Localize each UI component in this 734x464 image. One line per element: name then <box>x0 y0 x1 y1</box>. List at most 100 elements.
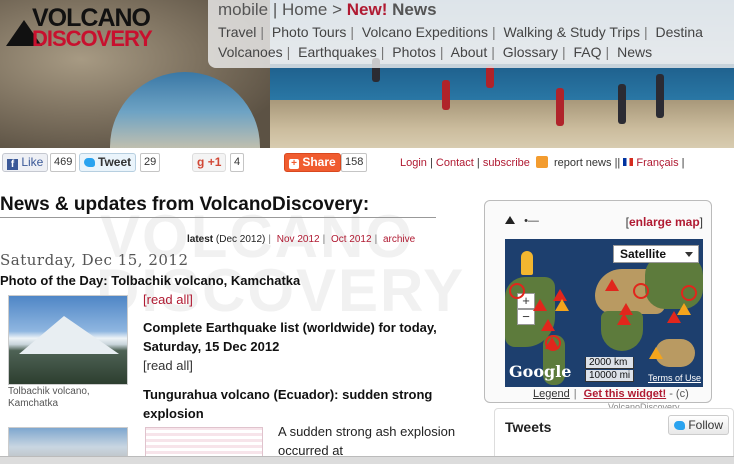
tungurahua-excerpt: A sudden strong ash explosion occurred a… <box>278 424 456 458</box>
map-tool-icons[interactable]: •— <box>505 215 539 227</box>
earthquake-list-headline[interactable]: Complete Earthquake list (worldwide) for… <box>143 318 463 356</box>
archive-nav: latest (Dec 2012) | Nov 2012 | Oct 2012 | a… <box>187 234 416 245</box>
new-badge: New! <box>346 0 388 19</box>
terms-of-use-link[interactable]: Terms of Use <box>648 373 701 383</box>
volcano-marker[interactable] <box>677 303 691 315</box>
language-french-link[interactable]: Français <box>636 157 678 169</box>
tolbachik-thumbnail[interactable] <box>8 295 128 385</box>
browser-status-bar <box>0 456 734 464</box>
volcano-marker[interactable] <box>649 347 663 359</box>
gplus-label: +1 <box>207 155 222 169</box>
twitter-icon <box>84 158 95 167</box>
nav-walking-study-trips[interactable]: Walking & Study Trips <box>504 24 640 40</box>
hiker-figure <box>486 66 494 88</box>
read-all-earthquakes[interactable]: [read all] <box>143 358 193 373</box>
measure-icon[interactable]: •— <box>524 215 539 227</box>
earthquake-marker[interactable] <box>545 335 561 351</box>
hiker-figure <box>618 84 626 124</box>
login-link[interactable]: Login <box>400 157 427 169</box>
link-separator: || <box>614 157 621 169</box>
gplus-button[interactable]: g +1 <box>192 153 227 172</box>
chevron-down-icon <box>685 252 693 257</box>
archive-nov-2012[interactable]: Nov 2012 <box>277 234 320 245</box>
earthquake-marker[interactable] <box>509 283 525 299</box>
page-title: News & updates from VolcanoDiscovery: <box>0 194 370 215</box>
archive-link[interactable]: archive <box>383 234 415 245</box>
facebook-like-label: Like <box>21 155 44 169</box>
follow-button[interactable]: Follow <box>668 415 729 435</box>
report-news-link[interactable]: report news <box>554 157 611 169</box>
thumbnail-caption: Tolbachik volcano, Kamchatka <box>8 386 90 409</box>
link-separator: | <box>681 157 685 169</box>
nav-photo-tours[interactable]: Photo Tours <box>272 24 346 40</box>
nav-destinations[interactable]: Destina <box>656 24 703 40</box>
volcano-marker[interactable] <box>533 299 547 311</box>
tweet-button[interactable]: Tweet <box>79 153 137 172</box>
nav-glossary[interactable]: Glossary <box>503 44 558 60</box>
volcano-filter-icon[interactable] <box>505 216 515 224</box>
hiker-figure <box>556 88 564 126</box>
nav-news[interactable]: News <box>617 44 652 60</box>
map-type-select[interactable]: Satellite <box>613 245 699 263</box>
get-widget-link[interactable]: Get this widget! <box>584 388 667 400</box>
share-count: 158 <box>341 153 368 172</box>
world-map[interactable]: + − Satellite Google 2000 km 10000 mi Te… <box>505 239 703 387</box>
news-date: Saturday, Dec 15, 2012 <box>0 251 189 269</box>
enlarge-map-link[interactable]: [enlarge map] <box>626 215 703 229</box>
facebook-like-count: 469 <box>50 153 77 172</box>
subscribe-link[interactable]: subscribe <box>483 157 530 169</box>
breadcrumb-arrow: > <box>332 0 343 19</box>
header-banner: VOLCANO DISCOVERY mobile | Home > New! N… <box>0 0 734 148</box>
site-logo[interactable]: VOLCANO DISCOVERY <box>6 4 196 51</box>
share-button[interactable]: + Share <box>284 153 341 172</box>
tweet-count: 29 <box>140 153 161 172</box>
archive-latest[interactable]: latest <box>187 234 213 245</box>
volcano-marker[interactable] <box>555 299 569 311</box>
nav-row-primary: Travel | Photo Tours | Volcano Expeditions… <box>218 24 703 40</box>
social-bar: f Like 469 Tweet 29 g +1 4 + Share 158 L… <box>0 150 734 176</box>
enlarge-bracket: ] <box>699 215 703 229</box>
follow-label: Follow <box>688 418 723 432</box>
hiker-figure <box>656 74 664 118</box>
news-content: News & updates from VolcanoDiscovery: la… <box>0 180 470 464</box>
rss-icon[interactable] <box>535 156 548 168</box>
mobile-link[interactable]: mobile <box>218 0 268 19</box>
volcano-marker[interactable] <box>617 313 631 325</box>
map-landmass <box>645 255 703 309</box>
home-link[interactable]: Home <box>282 0 327 19</box>
contact-link[interactable]: Contact <box>436 157 474 169</box>
pegman-icon[interactable] <box>521 251 533 275</box>
logo-text-discovery: DISCOVERY <box>32 26 153 51</box>
flag-fr-icon <box>623 158 634 166</box>
read-all-link[interactable]: [read all] <box>143 292 193 307</box>
nav-travel[interactable]: Travel <box>218 24 256 40</box>
earthquake-marker[interactable] <box>633 283 649 299</box>
breadcrumb-current: News <box>392 0 437 19</box>
nav-faq[interactable]: FAQ <box>574 44 602 60</box>
nav-photos[interactable]: Photos <box>392 44 436 60</box>
photo-of-day-title[interactable]: Photo of the Day: Tolbachik volcano, Kam… <box>0 273 300 288</box>
earthquake-marker[interactable] <box>681 285 697 301</box>
nav-earthquakes[interactable]: Earthquakes <box>298 44 377 60</box>
zoom-out-button[interactable]: − <box>517 309 535 325</box>
read-all-potd[interactable]: [read all] <box>143 292 193 307</box>
nav-volcano-expeditions[interactable]: Volcano Expeditions <box>362 24 488 40</box>
tungurahua-headline[interactable]: Tungurahua volcano (Ecuador): sudden str… <box>143 385 463 423</box>
facebook-icon: f <box>7 159 18 170</box>
scale-km: 2000 km <box>585 357 635 369</box>
legend-link[interactable]: Legend <box>533 388 570 400</box>
nav-about[interactable]: About <box>451 44 488 60</box>
share-label: Share <box>302 155 336 169</box>
archive-latest-month: (Dec 2012) <box>215 234 266 245</box>
volcano-marker[interactable] <box>605 279 619 291</box>
volcano-marker[interactable] <box>541 319 555 331</box>
archive-oct-2012[interactable]: Oct 2012 <box>331 234 372 245</box>
gplus-icon: g <box>197 155 205 169</box>
facebook-like-button[interactable]: f Like <box>2 153 49 172</box>
tweet-label: Tweet <box>98 155 132 169</box>
nav-volcanoes[interactable]: Volcanoes <box>218 44 283 60</box>
enlarge-map-label[interactable]: enlarge map <box>629 215 700 229</box>
mountain-shape <box>19 316 119 354</box>
copyright-text: - (c) <box>669 388 689 400</box>
twitter-icon <box>674 421 686 430</box>
